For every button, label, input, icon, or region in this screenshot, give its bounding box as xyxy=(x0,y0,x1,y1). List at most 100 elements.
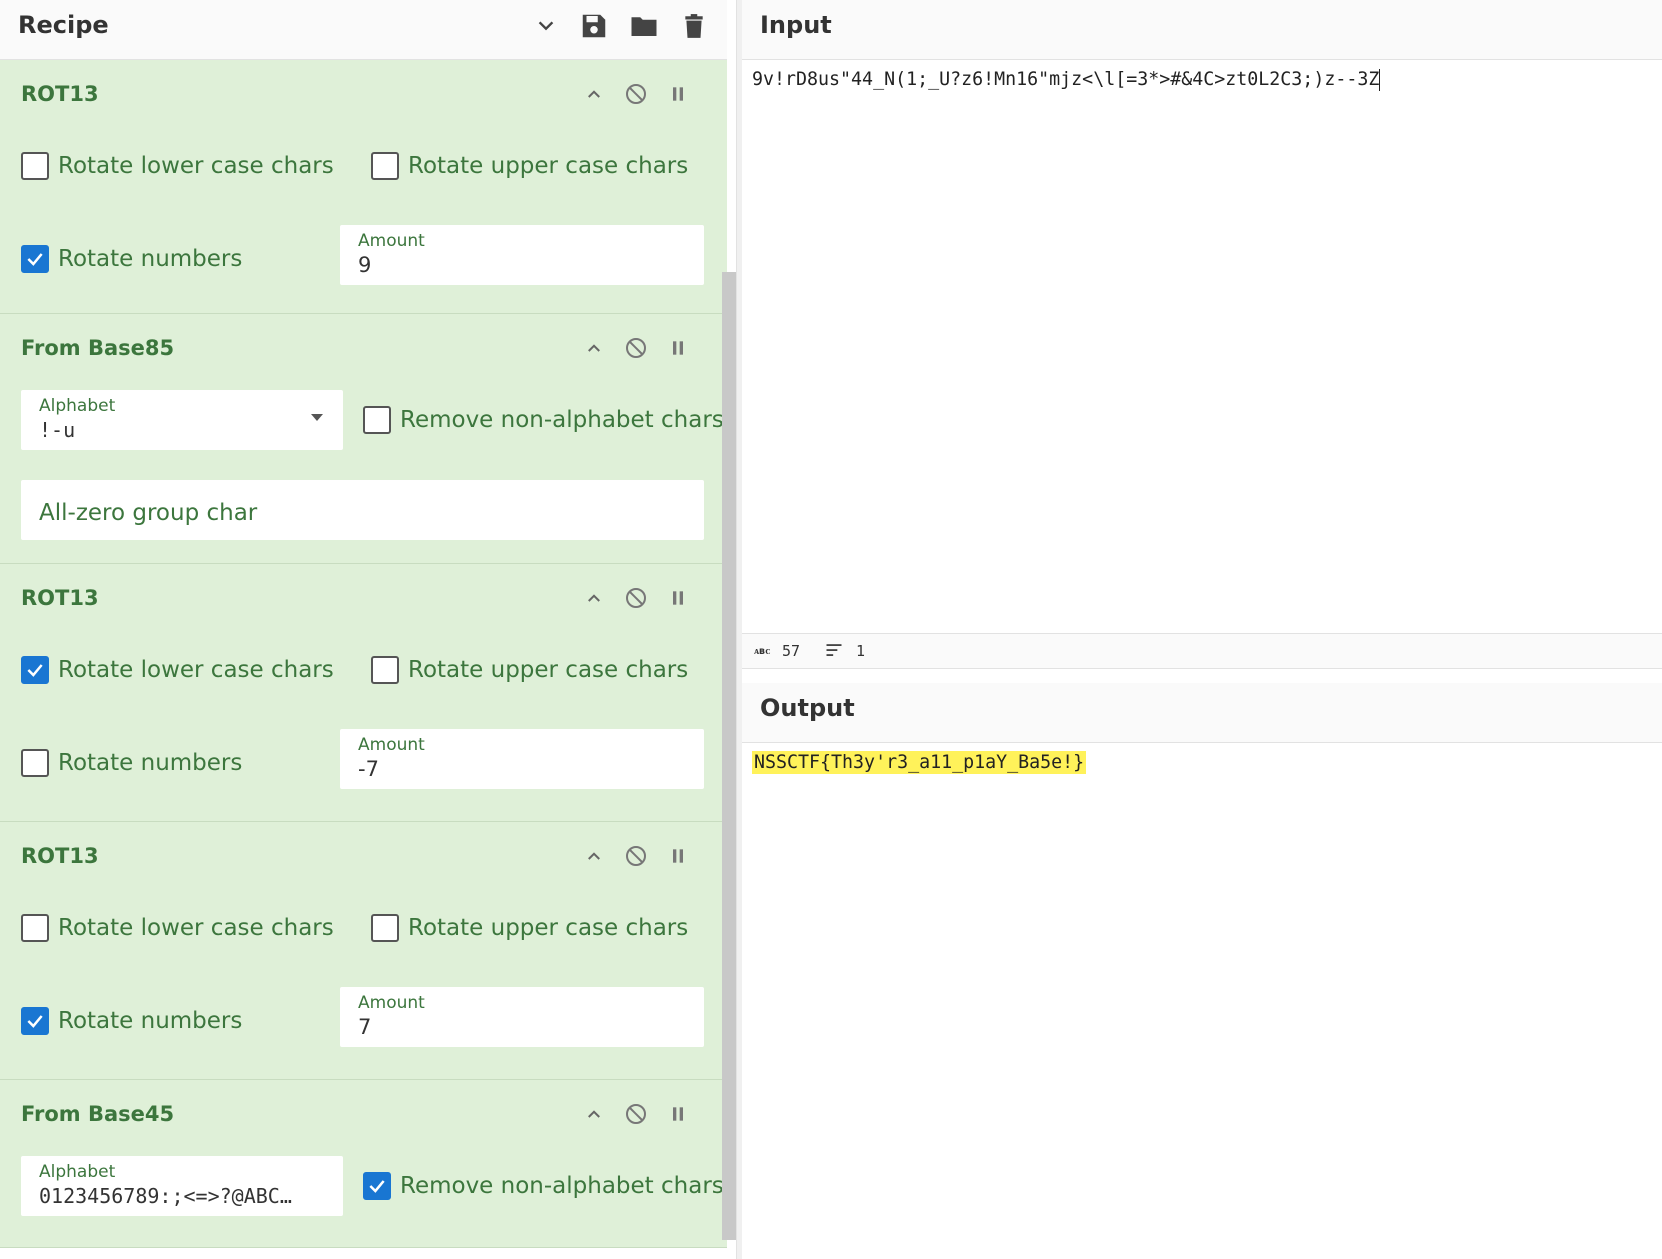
disable-icon[interactable] xyxy=(620,582,652,614)
rotate-lower-checkbox[interactable]: Rotate lower case chars xyxy=(21,152,334,180)
checkmark-icon xyxy=(21,245,49,273)
input-length: 57 xyxy=(782,642,801,660)
amount-value: 9 xyxy=(358,253,372,277)
amount-field[interactable]: Amount -7 xyxy=(340,729,704,789)
operation-from-base45[interactable]: From Base45 Alphabet 0123456789:;<=>?@AB… xyxy=(0,1080,727,1248)
checkbox-box xyxy=(363,406,391,434)
checkbox-label: Rotate numbers xyxy=(58,1008,243,1034)
alphabet-value: 0123456789:;<=>?@ABC… xyxy=(39,1184,292,1208)
checkbox-label: Rotate upper case chars xyxy=(408,915,689,941)
disable-icon[interactable] xyxy=(620,332,652,364)
input-textarea[interactable]: 9v!rD8us"44_N(1;_U?z6!Mn16"mjz<\l[=3*>#&… xyxy=(742,61,1662,633)
recipe-header: Recipe xyxy=(0,0,727,60)
dropdown-caret-icon xyxy=(311,414,323,421)
chevron-up-icon[interactable] xyxy=(578,840,610,872)
operation-rot13[interactable]: ROT13 Rotate lower case chars Rotate upp… xyxy=(0,822,727,1080)
input-header: Input xyxy=(742,0,1662,60)
remove-non-alphabet-checkbox[interactable]: Remove non-alphabet chars xyxy=(363,406,724,434)
checkbox-label: Rotate numbers xyxy=(58,246,243,272)
input-text-container: 9v!rD8us"44_N(1;_U?z6!Mn16"mjz<\l[=3*>#&… xyxy=(752,69,1381,91)
output-header: Output xyxy=(742,683,1662,743)
checkbox-label: Remove non-alphabet chars xyxy=(400,407,724,433)
checkbox-label: Rotate numbers xyxy=(58,750,243,776)
amount-value: -7 xyxy=(358,757,379,781)
pause-icon[interactable] xyxy=(662,582,694,614)
checkbox-box xyxy=(21,152,49,180)
disable-icon[interactable] xyxy=(620,840,652,872)
checkbox-label: Rotate upper case chars xyxy=(408,657,689,683)
rotate-numbers-checkbox[interactable]: Rotate numbers xyxy=(21,1007,242,1035)
pause-icon[interactable] xyxy=(662,1098,694,1130)
abc-length-icon: ᴀʙᴄ xyxy=(754,646,771,657)
all-zero-group-input[interactable]: All-zero group char xyxy=(21,480,704,540)
chevron-down-icon[interactable] xyxy=(528,8,564,44)
text-cursor xyxy=(1379,69,1381,91)
input-status-bar: ᴀʙᴄ 57 1 xyxy=(742,633,1662,669)
operation-title: ROT13 xyxy=(21,586,99,610)
trash-icon[interactable] xyxy=(676,8,712,44)
operation-from-base85[interactable]: From Base85 Alphabet !-u Remove non-alph… xyxy=(0,314,727,564)
checkbox-box xyxy=(21,749,49,777)
amount-label: Amount xyxy=(358,231,425,251)
recipe-panel: Recipe ROT13 Rotate lower case chars Rot… xyxy=(0,0,727,1259)
checkbox-label: Rotate lower case chars xyxy=(58,915,334,941)
disable-icon[interactable] xyxy=(620,78,652,110)
checkmark-icon xyxy=(21,1007,49,1035)
output-textarea[interactable]: NSSCTF{Th3y'r3_a11_p1aY_Ba5e!} xyxy=(742,743,1662,1259)
checkbox-box xyxy=(371,914,399,942)
amount-value: 7 xyxy=(358,1015,372,1039)
chevron-up-icon[interactable] xyxy=(578,78,610,110)
alphabet-label: Alphabet xyxy=(39,396,116,416)
pause-icon[interactable] xyxy=(662,840,694,872)
rotate-upper-checkbox[interactable]: Rotate upper case chars xyxy=(371,914,688,942)
chevron-up-icon[interactable] xyxy=(578,582,610,614)
operation-title: ROT13 xyxy=(21,82,99,106)
input-lines: 1 xyxy=(856,642,866,660)
operation-title: ROT13 xyxy=(21,844,99,868)
lines-icon xyxy=(824,640,844,664)
rotate-lower-checkbox[interactable]: Rotate lower case chars xyxy=(21,656,334,684)
checkmark-icon xyxy=(21,656,49,684)
folder-icon[interactable] xyxy=(626,8,662,44)
rotate-upper-checkbox[interactable]: Rotate upper case chars xyxy=(371,152,688,180)
rotate-numbers-checkbox[interactable]: Rotate numbers xyxy=(21,245,242,273)
rotate-lower-checkbox[interactable]: Rotate lower case chars xyxy=(21,914,334,942)
checkbox-box xyxy=(21,914,49,942)
save-icon[interactable] xyxy=(576,8,612,44)
recipe-title: Recipe xyxy=(18,11,109,39)
rotate-numbers-checkbox[interactable]: Rotate numbers xyxy=(21,749,242,777)
checkbox-label: Rotate upper case chars xyxy=(408,153,689,179)
operation-rot13[interactable]: ROT13 Rotate lower case chars Rotate upp… xyxy=(0,564,727,822)
input-text: 9v!rD8us"44_N(1;_U?z6!Mn16"mjz<\l[=3*>#&… xyxy=(752,69,1380,90)
operation-title: From Base45 xyxy=(21,1102,175,1126)
checkbox-box xyxy=(371,656,399,684)
pause-icon[interactable] xyxy=(662,78,694,110)
alphabet-value: !-u xyxy=(39,418,76,442)
disable-icon[interactable] xyxy=(620,1098,652,1130)
input-title: Input xyxy=(760,11,832,39)
alphabet-field[interactable]: Alphabet 0123456789:;<=>?@ABC… xyxy=(21,1156,343,1216)
operation-rot13[interactable]: ROT13 Rotate lower case chars Rotate upp… xyxy=(0,60,727,314)
output-text: NSSCTF{Th3y'r3_a11_p1aY_Ba5e!} xyxy=(752,751,1087,774)
checkmark-icon xyxy=(363,1172,391,1200)
remove-non-alphabet-checkbox[interactable]: Remove non-alphabet chars xyxy=(363,1172,724,1200)
operation-title: From Base85 xyxy=(21,336,175,360)
checkbox-box xyxy=(371,152,399,180)
rotate-upper-checkbox[interactable]: Rotate upper case chars xyxy=(371,656,688,684)
amount-field[interactable]: Amount 9 xyxy=(340,225,704,285)
amount-label: Amount xyxy=(358,993,425,1013)
recipe-scrollbar[interactable] xyxy=(722,272,736,1240)
alphabet-select[interactable]: Alphabet !-u xyxy=(21,390,343,450)
operation-list: ROT13 Rotate lower case chars Rotate upp… xyxy=(0,60,727,1249)
chevron-up-icon[interactable] xyxy=(578,332,610,364)
pause-icon[interactable] xyxy=(662,332,694,364)
amount-field[interactable]: Amount 7 xyxy=(340,987,704,1047)
all-zero-placeholder: All-zero group char xyxy=(39,500,258,526)
chevron-up-icon[interactable] xyxy=(578,1098,610,1130)
alphabet-label: Alphabet xyxy=(39,1162,116,1182)
checkbox-label: Rotate lower case chars xyxy=(58,153,334,179)
checkbox-label: Remove non-alphabet chars xyxy=(400,1173,724,1199)
amount-label: Amount xyxy=(358,735,425,755)
output-title: Output xyxy=(760,694,855,722)
checkbox-label: Rotate lower case chars xyxy=(58,657,334,683)
